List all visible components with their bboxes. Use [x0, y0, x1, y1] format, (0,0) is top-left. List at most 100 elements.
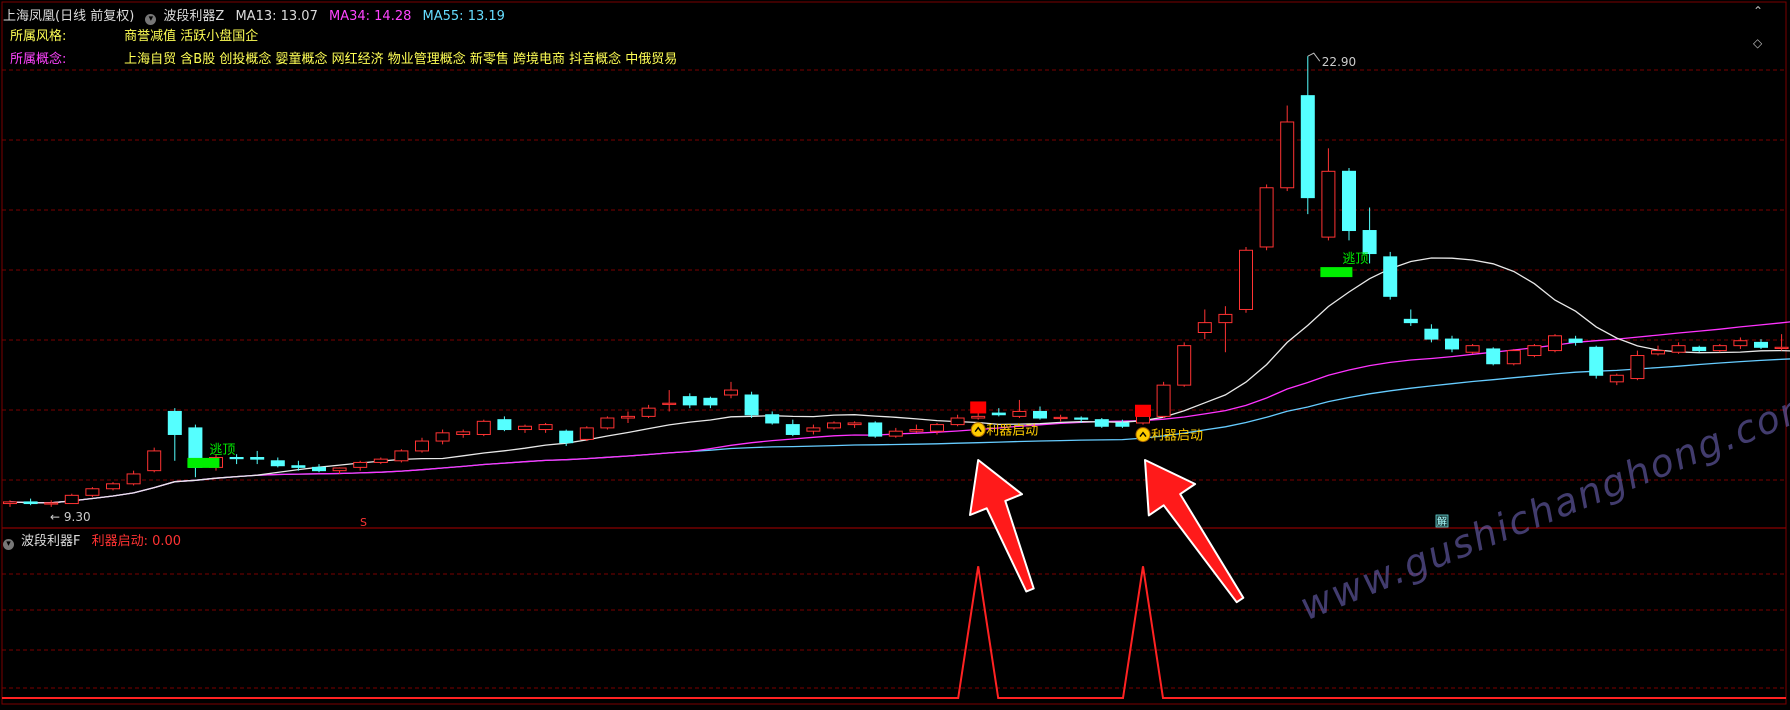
annotation-arrow-2 — [1145, 460, 1243, 602]
start-signal-label: 利器启动 — [1151, 429, 1203, 444]
candle-body — [1693, 347, 1706, 350]
main-panel-frame — [2, 2, 1786, 528]
diamond-icon[interactable]: ◇ — [1753, 36, 1762, 50]
candle-body — [271, 461, 284, 466]
candle-body — [972, 416, 985, 418]
candle-body — [1240, 250, 1253, 309]
candle-body — [580, 428, 593, 440]
candle-body — [1652, 351, 1665, 354]
candlestick-series: 22.90 ← 9.30 — [4, 53, 1790, 524]
candle-body — [1755, 342, 1768, 347]
main-panel-header: 上海凤凰(日线 前复权) ▾波段利器Z MA13: 13.07 MA34: 14… — [3, 5, 512, 25]
candle-body — [1507, 351, 1520, 364]
candle-body — [416, 441, 429, 451]
escape-top-flag — [1320, 267, 1352, 277]
signal-markers: 逃顶逃顶利器启动利器启动S解 — [187, 252, 1448, 529]
candle-body — [683, 397, 696, 405]
candle-body — [1404, 319, 1417, 322]
candle-body — [1672, 346, 1685, 353]
style-row: 所属风格: 商誉减值 活跃小盘国企 — [10, 25, 258, 44]
candle-body — [1054, 417, 1067, 418]
candle-body — [642, 408, 655, 416]
candle-body — [539, 425, 552, 430]
collapse-caret-icon[interactable]: ⌃ — [1753, 4, 1763, 18]
candle-body — [1281, 122, 1294, 188]
chart-stage[interactable]: 22.90← 9.30 逃顶逃顶利器启动利器启动S解 上海凤凰(日线 前复权) … — [0, 0, 1790, 706]
candle-body — [1631, 356, 1644, 379]
ma55-line — [10, 358, 1790, 503]
sub-panel-plot — [2, 566, 1786, 698]
candle-body — [1487, 349, 1500, 364]
sub-panel-frame — [2, 528, 1786, 704]
candle-body — [1013, 411, 1026, 416]
candle-body — [65, 495, 78, 503]
start-red-block — [1135, 405, 1151, 417]
candle-body — [828, 423, 841, 428]
candle-body — [4, 502, 17, 504]
candle-body — [951, 418, 964, 425]
dropdown-circle-icon-sub[interactable]: ▾ — [3, 539, 14, 550]
candle-body — [1260, 188, 1273, 247]
escape-top-label: 逃顶 — [1342, 252, 1368, 267]
candle-body — [1301, 96, 1314, 198]
candle-body — [45, 503, 58, 504]
ma55-readout: MA55: 13.19 — [423, 9, 505, 24]
candle-body — [807, 428, 820, 431]
candle-body — [1466, 346, 1479, 353]
main-indicator-name[interactable]: 波段利器Z — [163, 9, 224, 24]
candle-body — [333, 468, 346, 471]
candle-body — [1610, 375, 1623, 382]
candle-body — [848, 423, 861, 425]
candle-body — [436, 433, 449, 441]
sub-indicator-name[interactable]: 波段利器F — [21, 534, 80, 549]
candle-body — [1363, 231, 1376, 254]
candle-body — [601, 418, 614, 428]
candle-body — [910, 430, 923, 432]
candle-body — [786, 425, 799, 435]
candle-body — [292, 466, 305, 468]
candle-body — [1178, 346, 1191, 385]
candle-body — [1528, 346, 1541, 356]
candle-body — [1198, 323, 1211, 333]
candle-body — [1157, 385, 1170, 416]
annotation-arrows — [970, 460, 1243, 602]
candle-body — [519, 426, 532, 429]
concept-row: 所属概念: 上海自贸 含B股 创投概念 婴童概念 网红经济 物业管理概念 新零售… — [10, 48, 677, 67]
candle-body — [889, 431, 902, 436]
candle-body — [663, 403, 676, 404]
candle-body — [869, 423, 882, 436]
style-value: 商誉减值 活跃小盘国企 — [124, 29, 258, 44]
candle-body — [1095, 420, 1108, 427]
chart-canvas[interactable]: 22.90← 9.30 逃顶逃顶利器启动利器启动S解 — [0, 0, 1790, 706]
candle-body — [1384, 257, 1397, 296]
concept-value: 上海自贸 含B股 创投概念 婴童概念 网红经济 物业管理概念 新零售 跨境电商 … — [124, 52, 677, 67]
candle-body — [24, 502, 37, 504]
stock-title[interactable]: 上海凤凰(日线 前复权) — [3, 9, 134, 24]
candle-body — [931, 425, 944, 432]
candle-body — [148, 451, 161, 471]
style-label: 所属风格: — [10, 25, 109, 44]
escape-top-label: 逃顶 — [209, 443, 235, 458]
candle-body — [622, 416, 635, 418]
candle-body — [313, 467, 326, 470]
ma34-line — [10, 319, 1790, 503]
candle-body — [560, 431, 573, 443]
candle-body — [86, 489, 99, 496]
candle-body — [1775, 347, 1788, 348]
high-price-label: 22.90 — [1322, 55, 1356, 69]
candle-body — [1034, 411, 1047, 418]
dropdown-circle-icon[interactable]: ▾ — [145, 14, 156, 25]
low-price-label: ← 9.30 — [50, 510, 91, 524]
candle-body — [395, 451, 408, 461]
candle-body — [1549, 336, 1562, 351]
ma13-readout: MA13: 13.07 — [235, 9, 317, 24]
start-signal-icon — [1136, 428, 1150, 442]
candle-body — [1137, 416, 1150, 423]
candle-body — [1343, 171, 1356, 230]
candle-body — [704, 398, 717, 405]
candle-body — [354, 462, 367, 467]
candle-body — [477, 421, 490, 434]
candle-body — [374, 459, 387, 462]
candle-body — [168, 411, 181, 434]
candle-body — [1425, 329, 1438, 339]
